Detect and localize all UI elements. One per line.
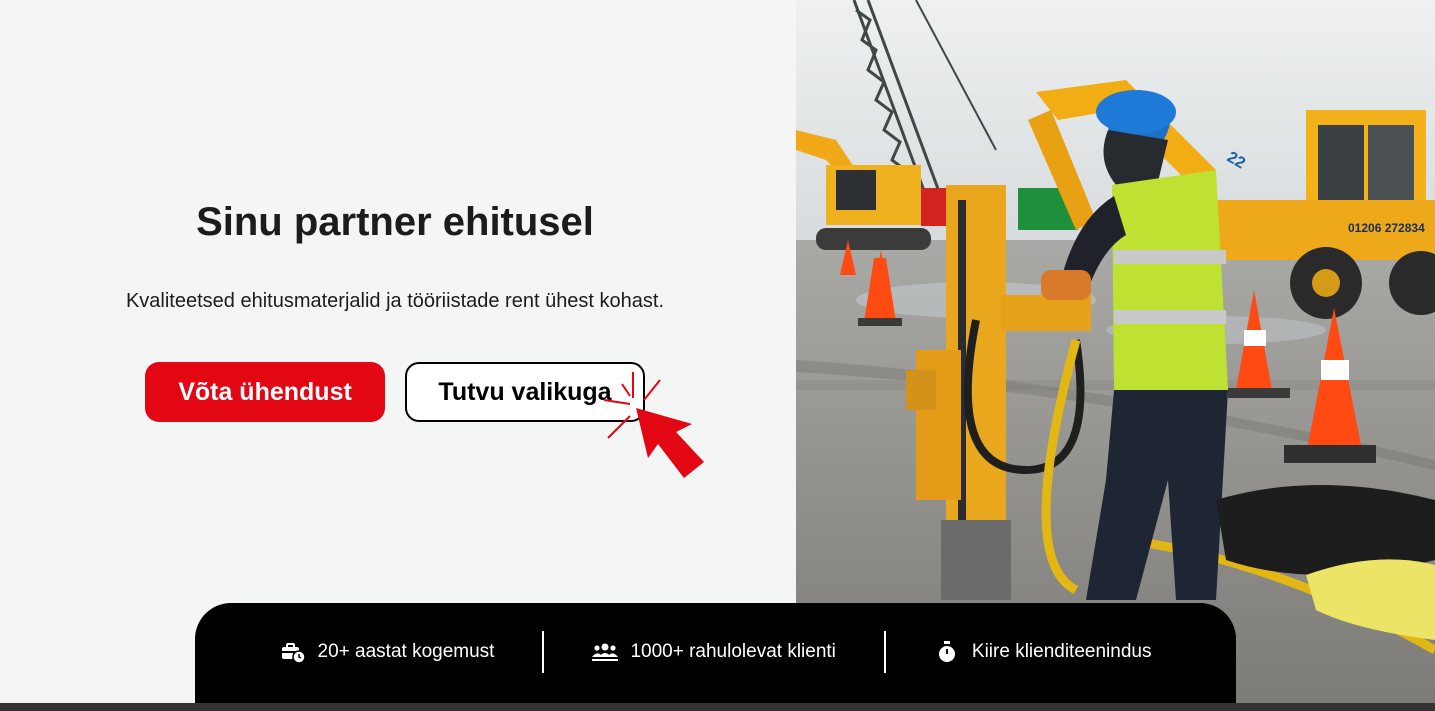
hero-photo: 01206 272834 22 bbox=[796, 0, 1435, 703]
footer-strip bbox=[0, 703, 1435, 711]
stat-service: Kiire klienditeenindus bbox=[886, 632, 1200, 672]
hero-subtitle: Kvaliteetsed ehitusmaterjalid ja tööriis… bbox=[125, 290, 665, 312]
page: Sinu partner ehitusel Kvaliteetsed ehitu… bbox=[0, 0, 1435, 711]
stat-clients-label: 1000+ rahulolevat klienti bbox=[630, 641, 836, 662]
stat-service-label: Kiire klienditeenindus bbox=[971, 641, 1152, 662]
stat-experience: 20+ aastat kogemust bbox=[232, 632, 543, 672]
stat-clients: 1000+ rahulolevat klienti bbox=[544, 632, 883, 672]
toolbox-clock-icon bbox=[280, 641, 306, 663]
stopwatch-icon bbox=[934, 641, 960, 663]
excavator-phone-label: 01206 272834 bbox=[1348, 221, 1425, 235]
users-icon bbox=[592, 641, 619, 663]
contact-button[interactable]: Võta ühendust bbox=[145, 362, 385, 422]
stats-bar: 20+ aastat kogemust 1000+ rahulolevat kl… bbox=[195, 603, 1236, 703]
construction-worker-image: 01206 272834 22 bbox=[796, 0, 1435, 703]
cursor-click-icon bbox=[603, 372, 704, 478]
hero-section: Sinu partner ehitusel Kvaliteetsed ehitu… bbox=[0, 0, 796, 703]
stat-experience-label: 20+ aastat kogemust bbox=[317, 641, 495, 662]
hero-title: Sinu partner ehitusel bbox=[196, 200, 594, 244]
